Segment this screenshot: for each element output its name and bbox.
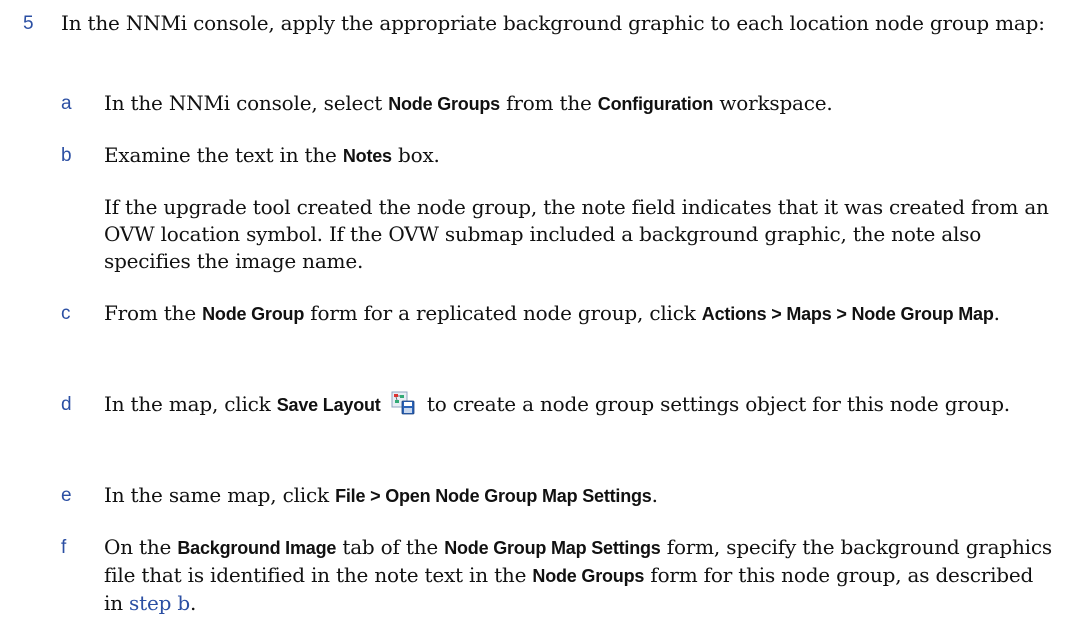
actions-maps-path: Actions > Maps > Node Group Map <box>701 304 994 324</box>
node-groups-form-label: Node Groups <box>532 566 645 586</box>
substep-a-marker: a <box>61 93 72 114</box>
substep-b-text: Examine the text in the Notes box. <box>104 143 440 167</box>
step-text: In the NNMi console, apply the appropria… <box>61 11 1045 35</box>
substep-f-text: On the Background Image tab of the Node … <box>104 535 1052 615</box>
substep-d-marker: d <box>61 394 72 415</box>
step-number: 5 <box>23 13 34 34</box>
substep-e-marker: e <box>61 485 72 506</box>
substep-a-text: In the NNMi console, select Node Groups … <box>104 91 833 115</box>
substep-e-text: In the same map, click File > Open Node … <box>104 483 658 507</box>
substep-c-marker: c <box>61 303 71 324</box>
substep-b-paragraph: If the upgrade tool created the node gro… <box>104 195 1049 273</box>
save-layout-label: Save Layout <box>276 395 381 415</box>
file-open-settings-path: File > Open Node Group Map Settings <box>335 486 652 506</box>
step-b-link[interactable]: step b <box>129 591 190 615</box>
node-groups-label: Node Groups <box>388 94 500 114</box>
node-group-map-settings-label: Node Group Map Settings <box>444 538 661 558</box>
substep-d-text: In the map, click Save Layout to create … <box>104 391 1010 416</box>
notes-label: Notes <box>342 146 392 166</box>
save-layout-icon <box>391 391 415 415</box>
configuration-label: Configuration <box>597 94 714 114</box>
substep-c-text: From the Node Group form for a replicate… <box>104 301 1000 325</box>
substep-f-marker: f <box>61 537 67 558</box>
background-image-label: Background Image <box>177 538 337 558</box>
node-group-label: Node Group <box>202 304 305 324</box>
substep-b-marker: b <box>61 145 72 166</box>
